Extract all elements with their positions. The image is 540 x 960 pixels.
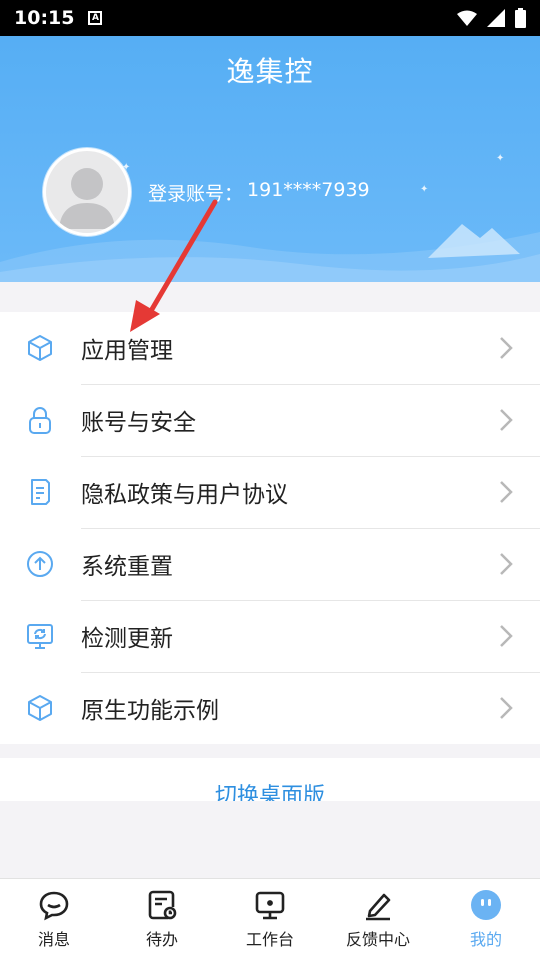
chevron-right-icon (500, 553, 513, 575)
page-title: 逸集控 (226, 55, 314, 88)
pen-icon (361, 888, 395, 922)
status-indicators (457, 8, 526, 28)
avatar[interactable] (43, 148, 131, 236)
chat-bubble-icon (37, 888, 71, 922)
tab-workbench[interactable]: 工作台 (216, 879, 324, 960)
document-icon (25, 477, 55, 507)
account-info: 登录账号： 191****7939 (148, 179, 370, 206)
tab-todo[interactable]: 待办 (108, 879, 216, 960)
switch-desktop-bar: 切换桌面版 (0, 758, 540, 801)
menu-item-label: 账号与安全 (81, 410, 196, 436)
arrow-up-circle-icon (25, 549, 55, 579)
menu-item-label: 隐私政策与用户协议 (81, 482, 288, 508)
refresh-monitor-icon (25, 621, 55, 651)
menu-item-app-management[interactable]: 应用管理 (0, 312, 540, 384)
cube-icon (25, 333, 55, 363)
account-label: 登录账号： (148, 183, 244, 205)
battery-icon (515, 8, 526, 28)
chevron-right-icon (500, 625, 513, 647)
chevron-right-icon (500, 697, 513, 719)
workbench-icon (253, 888, 287, 922)
account-value: 191****7939 (247, 179, 370, 201)
menu-item-label: 应用管理 (81, 338, 173, 364)
nav-label: 我的 (469, 930, 502, 949)
nav-label: 反馈中心 (345, 930, 410, 949)
wifi-icon (457, 10, 477, 26)
menu-item-label: 原生功能示例 (81, 698, 219, 724)
tab-mine[interactable]: 我的 (432, 879, 540, 960)
status-bar: 10:15 A (0, 0, 540, 36)
settings-menu: 应用管理 账号与安全 隐私政策与用户协议 系统重置 检测更新 原生功能示例 (0, 312, 540, 744)
nav-label: 待办 (145, 930, 178, 949)
chevron-right-icon (500, 481, 513, 503)
notification-a-icon: A (88, 11, 103, 25)
default-user-icon (46, 151, 128, 233)
cube-icon (25, 693, 55, 723)
nav-label: 工作台 (245, 930, 294, 949)
tab-feedback[interactable]: 反馈中心 (324, 879, 432, 960)
menu-item-privacy-policy[interactable]: 隐私政策与用户协议 (0, 456, 540, 528)
chevron-right-icon (500, 409, 513, 431)
switch-desktop-button[interactable]: 切换桌面版 (215, 778, 325, 801)
menu-item-check-update[interactable]: 检测更新 (0, 600, 540, 672)
profile-header: 逸集控 ✦ ✦ ✦ 登录账号： 191****7939 (0, 36, 540, 282)
status-time: 10:15 (14, 7, 75, 29)
menu-item-label: 系统重置 (81, 554, 173, 580)
nav-label: 消息 (37, 930, 70, 949)
sparkle-decoration: ✦ (420, 184, 429, 195)
bottom-navigation: 消息 待办 工作台 反馈中心 我的 (0, 878, 540, 960)
menu-item-label: 检测更新 (81, 626, 173, 652)
chevron-right-icon (500, 337, 513, 359)
menu-item-account-security[interactable]: 账号与安全 (0, 384, 540, 456)
menu-item-system-reset[interactable]: 系统重置 (0, 528, 540, 600)
todo-icon (145, 888, 179, 922)
menu-item-native-demo[interactable]: 原生功能示例 (0, 672, 540, 744)
signal-icon (487, 9, 505, 27)
tab-messages[interactable]: 消息 (0, 879, 108, 960)
profile-face-icon (469, 888, 503, 922)
sparkle-decoration: ✦ (496, 153, 505, 164)
lock-icon (25, 405, 55, 435)
